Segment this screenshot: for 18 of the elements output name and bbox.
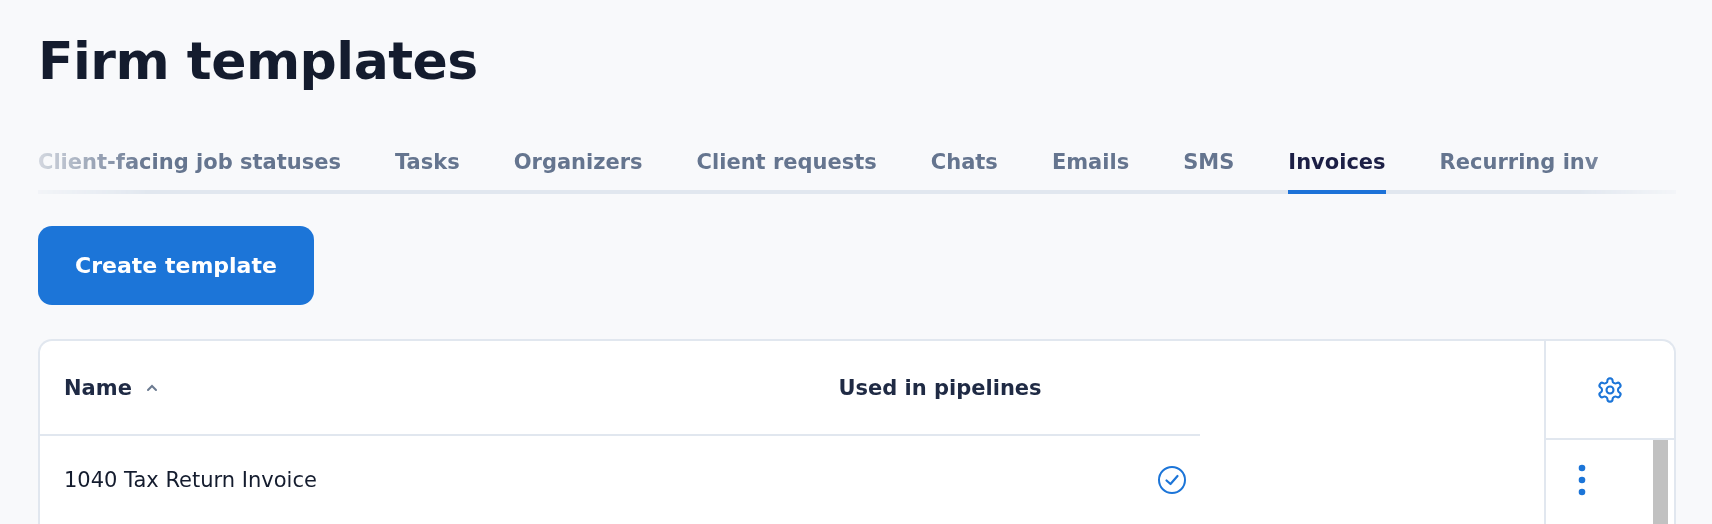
tab[interactable]: Chats (930, 136, 998, 195)
sort-icon[interactable] (145, 383, 158, 392)
tab[interactable]: Invoices (1288, 136, 1386, 195)
tab[interactable]: Tasks (394, 136, 460, 195)
tab[interactable]: Recurring inv (1439, 136, 1599, 195)
tab[interactable]: Client-facing job statuses (38, 136, 341, 195)
table-cell-text: 1040 Tax Return Invoice (63, 468, 318, 493)
tab[interactable]: Emails (1051, 136, 1130, 195)
column-header[interactable]: Used in pipelines (838, 375, 1042, 400)
tab[interactable]: Organizers (513, 136, 643, 195)
tab[interactable]: SMS (1183, 136, 1235, 195)
column-header[interactable]: Name (64, 375, 132, 400)
settings-icon[interactable] (1596, 375, 1624, 404)
scrollbar[interactable] (1653, 440, 1668, 524)
create-template-button[interactable]: Create template (38, 226, 314, 306)
tab[interactable]: Client requests (696, 136, 877, 195)
more-options-icon[interactable] (1578, 464, 1586, 497)
page-title: Firm templates (38, 30, 479, 93)
